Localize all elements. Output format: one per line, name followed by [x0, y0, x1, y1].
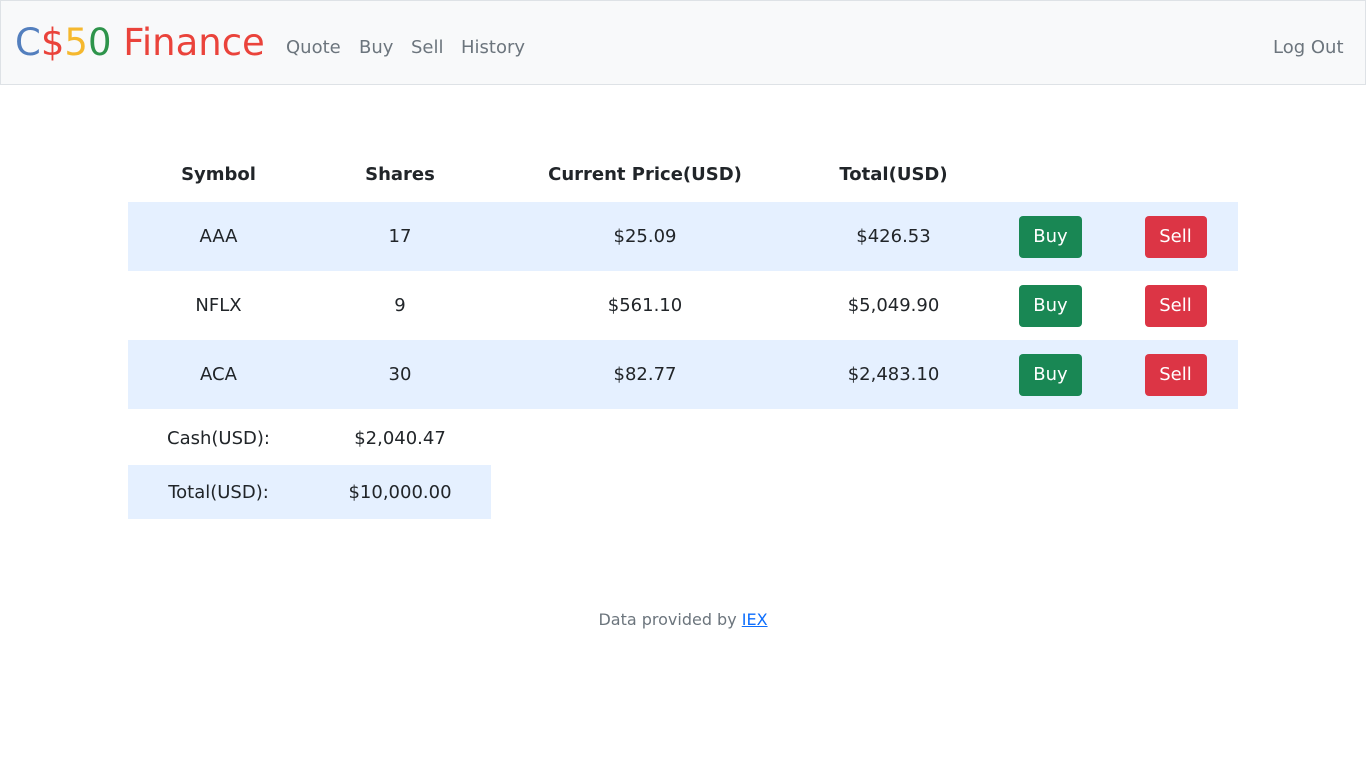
brand-dollar: $: [40, 21, 65, 64]
nav-link-buy[interactable]: Buy: [359, 36, 393, 60]
grand-total-row: Total(USD): $10,000.00: [128, 465, 491, 519]
cash-value: $2,040.47: [354, 427, 446, 449]
brand-zero: 0: [87, 21, 112, 64]
table-header-row: Symbol Shares Current Price(USD) Total(U…: [128, 147, 1238, 202]
sell-cell: Sell: [1113, 340, 1238, 409]
grand-total-label: Total(USD):: [168, 481, 269, 503]
total-cell: $2,483.10: [847, 364, 940, 385]
navbar: C$50 Finance Quote Buy Sell History Log …: [0, 0, 1366, 85]
sell-button[interactable]: Sell: [1144, 353, 1207, 396]
brand-finance: Finance: [111, 21, 265, 64]
header-shares: Shares: [365, 164, 435, 185]
symbol-cell: ACA: [200, 364, 237, 385]
brand-five: 5: [64, 21, 88, 64]
header-current-price: Current Price(USD): [548, 164, 742, 185]
grand-total-value: $10,000.00: [348, 481, 452, 503]
iex-link[interactable]: IEX: [742, 610, 768, 629]
footer-text: Data provided by: [598, 610, 742, 629]
sell-cell: Sell: [1113, 202, 1238, 271]
symbol-cell: AAA: [199, 226, 238, 247]
sell-button[interactable]: Sell: [1144, 215, 1207, 258]
sell-button[interactable]: Sell: [1144, 284, 1207, 327]
symbol-cell: NFLX: [195, 295, 242, 316]
buy-cell: Buy: [988, 340, 1113, 409]
cash-label: Cash(USD):: [167, 427, 270, 449]
buy-button[interactable]: Buy: [1019, 284, 1082, 327]
nav-link-quote[interactable]: Quote: [286, 36, 341, 60]
brand-logo[interactable]: C$50 Finance: [15, 21, 265, 65]
nav-link-history[interactable]: History: [461, 36, 525, 60]
price-cell: $25.09: [613, 226, 677, 247]
total-cell: $5,049.90: [847, 295, 940, 316]
logout-link[interactable]: Log Out: [1273, 36, 1344, 60]
shares-cell: 30: [388, 364, 412, 385]
nav-link-sell[interactable]: Sell: [411, 36, 444, 60]
shares-cell: 17: [388, 226, 412, 247]
shares-cell: 9: [394, 295, 406, 316]
buy-button[interactable]: Buy: [1019, 215, 1082, 258]
table-row: NFLX 9 $561.10 $5,049.90 Buy Sell: [128, 271, 1238, 340]
buy-button[interactable]: Buy: [1019, 353, 1082, 396]
price-cell: $82.77: [613, 364, 677, 385]
footer: Data provided by IEX: [0, 609, 1366, 631]
cash-row: Cash(USD): $2,040.47: [128, 411, 491, 465]
buy-cell: Buy: [988, 202, 1113, 271]
table-row: ACA 30 $82.77 $2,483.10 Buy Sell: [128, 340, 1238, 409]
portfolio-table: Symbol Shares Current Price(USD) Total(U…: [128, 147, 1238, 409]
brand-letter-c: C: [15, 21, 41, 64]
buy-cell: Buy: [988, 271, 1113, 340]
header-symbol: Symbol: [181, 164, 256, 185]
price-cell: $561.10: [607, 295, 683, 316]
header-total: Total(USD): [839, 164, 948, 185]
table-row: AAA 17 $25.09 $426.53 Buy Sell: [128, 202, 1238, 271]
total-cell: $426.53: [856, 226, 931, 247]
sell-cell: Sell: [1113, 271, 1238, 340]
